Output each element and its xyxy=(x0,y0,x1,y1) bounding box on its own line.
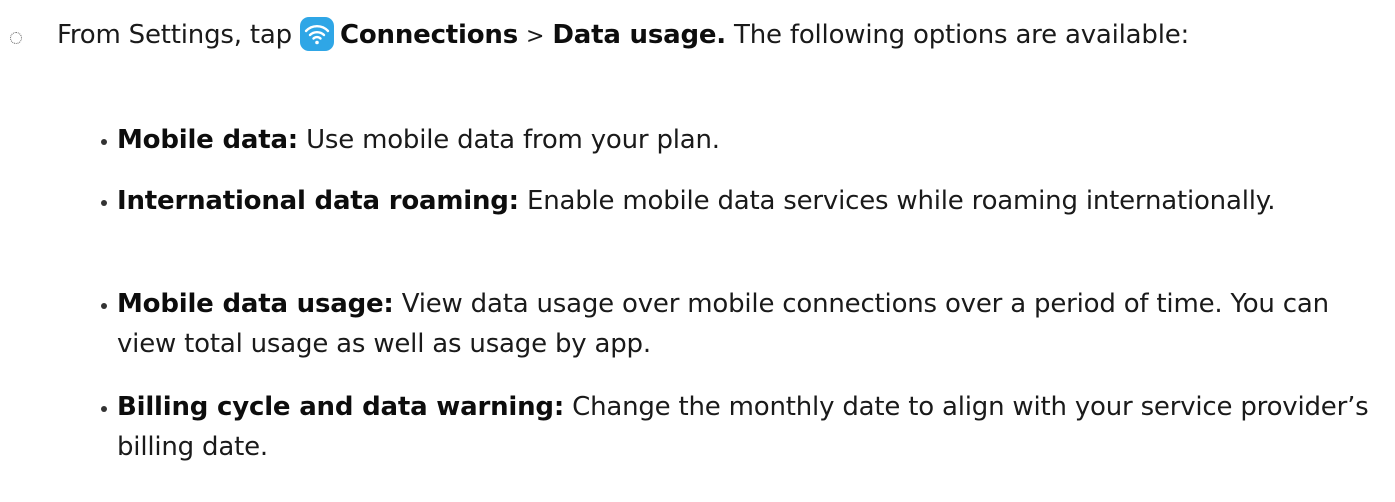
option-text: Mobile data usage: View data usage over … xyxy=(117,284,1382,364)
bullet-icon xyxy=(101,200,107,206)
option-text: Mobile data: Use mobile data from your p… xyxy=(117,120,1382,160)
data-usage-menu-label: Data usage. xyxy=(552,20,726,50)
option-text: International data roaming: Enable mobil… xyxy=(117,181,1382,221)
wifi-icon xyxy=(299,17,334,51)
path-separator: > xyxy=(526,24,545,49)
step-text: From Settings, tap Connections > Data us… xyxy=(57,12,1377,60)
option-title: Billing cycle and data warning: xyxy=(117,392,565,422)
step-prefix: From Settings, tap xyxy=(57,20,292,50)
bullet-icon xyxy=(101,139,107,145)
option-title: Mobile data: xyxy=(117,125,298,155)
option-description: Use mobile data from your plan. xyxy=(306,125,720,155)
option-description: Enable mobile data services while roamin… xyxy=(526,186,1276,216)
bullet-icon xyxy=(101,406,107,412)
option-title: Mobile data usage: xyxy=(117,289,394,319)
step-bullet-icon xyxy=(10,32,22,44)
bullet-icon xyxy=(101,303,107,309)
option-title: International data roaming: xyxy=(117,186,519,216)
step-suffix: The following options are available: xyxy=(734,20,1190,50)
connections-menu-label: Connections xyxy=(339,20,518,50)
option-text: Billing cycle and data warning: Change t… xyxy=(117,387,1382,467)
